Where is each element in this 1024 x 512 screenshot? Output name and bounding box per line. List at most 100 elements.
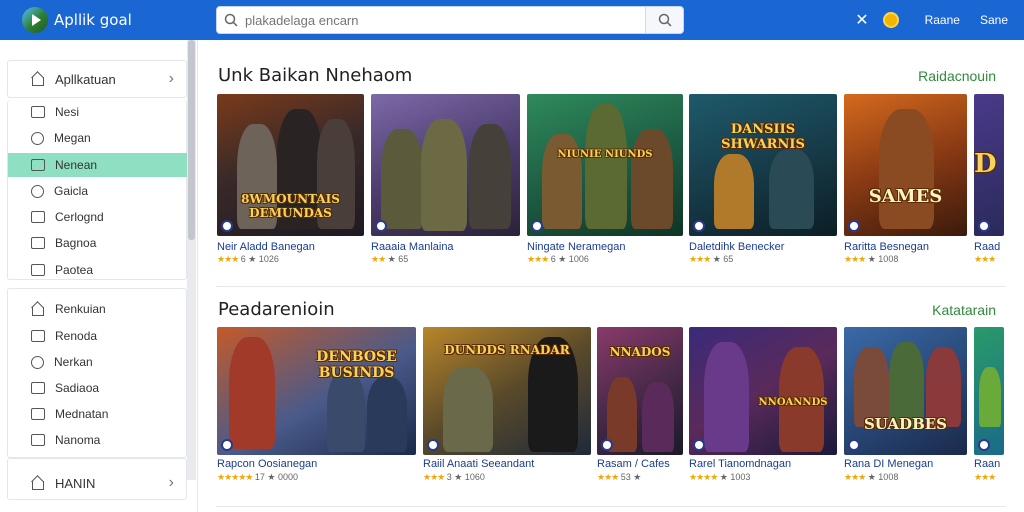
sidebar-item-4[interactable]: Gaicla: [8, 179, 188, 203]
app-thumbnail: 8WMOUNTAIS DEMUNDAS: [217, 94, 364, 236]
header-link-1[interactable]: Raane: [925, 13, 960, 27]
thumbnail-art-text: 8WMOUNTAIS DEMUNDAS: [241, 192, 340, 220]
sidebar-item-9[interactable]: Renoda: [8, 324, 188, 348]
app-thumbnail: NNOANNDS: [689, 327, 837, 455]
app-title: Raad: [974, 241, 1001, 253]
app-badge-icon: [375, 220, 387, 232]
thumbnail-art-text: DUNDDS RNADAR: [444, 343, 570, 357]
thumbnail-art-text: NNOANNDS: [758, 397, 828, 408]
search-button[interactable]: [645, 7, 683, 33]
app-title: Rapcon Oosianegan: [217, 458, 318, 470]
section-see-more-link[interactable]: Katatarain: [932, 302, 996, 318]
folder-icon: [31, 211, 45, 223]
sidebar: Apllkatuan › Nesi Megan Nenean Gaicla Ce…: [0, 40, 198, 512]
sidebar-list-1: Nesi Megan Nenean Gaicla Cerlognd Bagnoa…: [7, 100, 188, 282]
app-rating: ★★★ ★ 65: [689, 254, 734, 264]
grid-icon: [31, 408, 45, 420]
app-rating: ★★★ 6 ★ 1026: [217, 254, 279, 264]
app-thumbnail: DANSIIS SHWARNIS: [689, 94, 837, 236]
sidebar-list-2: Renkuian Renoda Nerkan Sadiaoa Mednatan …: [7, 288, 187, 458]
app-logo[interactable]: Apllik goal: [22, 7, 202, 33]
app-badge-icon: [693, 439, 705, 451]
app-rating: ★★★★ ★ 1003: [689, 472, 751, 482]
app-title: Raiil Anaati Seeandant: [423, 458, 535, 470]
sidebar-scrollbar[interactable]: [187, 40, 196, 480]
sidebar-group-hanin[interactable]: HANIN ›: [7, 458, 187, 500]
notification-icon[interactable]: [882, 12, 899, 28]
app-badge-icon: [531, 220, 543, 232]
heart-icon: [31, 184, 44, 198]
top-bar: Apllik goal ✕ Raane Sane: [0, 0, 1024, 40]
thumbnail-art-text: SAMES: [868, 186, 943, 207]
app-badge-icon: [848, 220, 860, 232]
sidebar-item-11[interactable]: Sadiaoa: [8, 376, 188, 400]
chart-icon: [31, 159, 45, 171]
sidebar-group-apps[interactable]: Apllkatuan ›: [7, 60, 187, 98]
app-rating: ★★★★★ 17 ★ 0000: [217, 472, 298, 482]
main-scrollbar[interactable]: [1006, 40, 1024, 512]
sidebar-item-10[interactable]: Nerkan: [8, 350, 188, 374]
app-title: Rasam / Cafes: [597, 458, 670, 470]
app-thumbnail: NIUNIE NIUNDS: [527, 94, 683, 236]
thumbnail-art-text: SUADBES: [863, 415, 948, 433]
app-thumbnail: SAMES: [844, 94, 967, 236]
app-badge-icon: [978, 439, 990, 451]
search-icon: [217, 7, 245, 33]
sidebar-group-label: Apllkatuan: [55, 71, 116, 87]
app-rating: ★★★: [974, 254, 996, 264]
app-badge-icon: [601, 439, 613, 451]
store-icon: [31, 302, 45, 316]
app-title: Ningate Neramegan: [527, 241, 626, 253]
app-rating: ★★★ ★ 1008: [844, 472, 899, 482]
app-thumbnail: SUADBES: [844, 327, 967, 455]
app-title: Rarel Tianomdnagan: [689, 458, 792, 470]
sidebar-item-5[interactable]: Cerlognd: [8, 205, 188, 229]
main-content: Unk Baikan Nnehaom Raidacnouin 8WMOUNTAI…: [198, 40, 1024, 512]
app-rating: ★★ ★ 65: [371, 254, 409, 264]
app-title: Raaaia Manlaina: [371, 241, 454, 253]
app-thumbnail: DUNDDS RNADAR: [423, 327, 591, 455]
header-link-2[interactable]: Sane: [980, 13, 1008, 27]
sidebar-item-13[interactable]: Nanoma: [8, 428, 188, 452]
app-rating: ★★★ 53 ★: [597, 472, 642, 482]
section-divider: [216, 286, 1006, 287]
section-see-more-link[interactable]: Raidacnouin: [918, 68, 996, 84]
scrollbar-thumb[interactable]: [188, 40, 195, 240]
app-rating: ★★★ ★ 1008: [844, 254, 899, 264]
thumbnail-art-text: NIUNIE NIUNDS: [557, 149, 653, 160]
app-title: Daletdihk Benecker: [689, 241, 785, 253]
app-rating: ★★★ 3 ★ 1060: [423, 472, 485, 482]
sidebar-item-12[interactable]: Mednatan: [8, 402, 188, 426]
sidebar-item-7[interactable]: Paotea: [8, 258, 188, 282]
home-icon: [31, 476, 45, 490]
sidebar-item-6[interactable]: Bagnoa: [8, 231, 188, 255]
section-title: Unk Baikan Nnehaom: [218, 65, 413, 86]
app-rating: ★★★: [974, 472, 996, 482]
sidebar-item-1[interactable]: Nesi: [8, 100, 188, 124]
document-icon: [31, 434, 45, 446]
search-input[interactable]: [245, 8, 635, 32]
close-icon[interactable]: ✕: [855, 10, 868, 30]
app-title: Rana DI Menegan: [844, 458, 934, 470]
mail-icon: [31, 106, 45, 118]
section-divider: [216, 506, 1006, 507]
chevron-right-icon: ›: [168, 474, 174, 491]
home-icon: [31, 72, 45, 86]
thumbnail-art-text: DENBOSE BUSINDS: [316, 349, 397, 381]
app-title: Neir Aladd Banegan: [217, 241, 315, 253]
check-icon: [31, 131, 44, 145]
section-title: Peadarenioin: [218, 299, 335, 320]
sidebar-item-3[interactable]: Nenean: [8, 153, 188, 177]
app-thumbnail: DENBOSE BUSINDS: [217, 327, 416, 455]
app-badge-icon: [848, 439, 860, 451]
app-title: Raan: [974, 458, 1001, 470]
app-badge-icon: [221, 220, 233, 232]
chat-icon: [31, 355, 44, 369]
sidebar-item-8[interactable]: Renkuian: [8, 297, 188, 321]
sidebar-item-2[interactable]: Megan: [8, 126, 188, 150]
app-name: Apllik goal: [54, 11, 132, 29]
app-badge-icon: [978, 220, 990, 232]
list-icon: [31, 382, 45, 394]
image-icon: [31, 264, 45, 276]
header-actions: ✕ Raane Sane: [855, 0, 1008, 40]
